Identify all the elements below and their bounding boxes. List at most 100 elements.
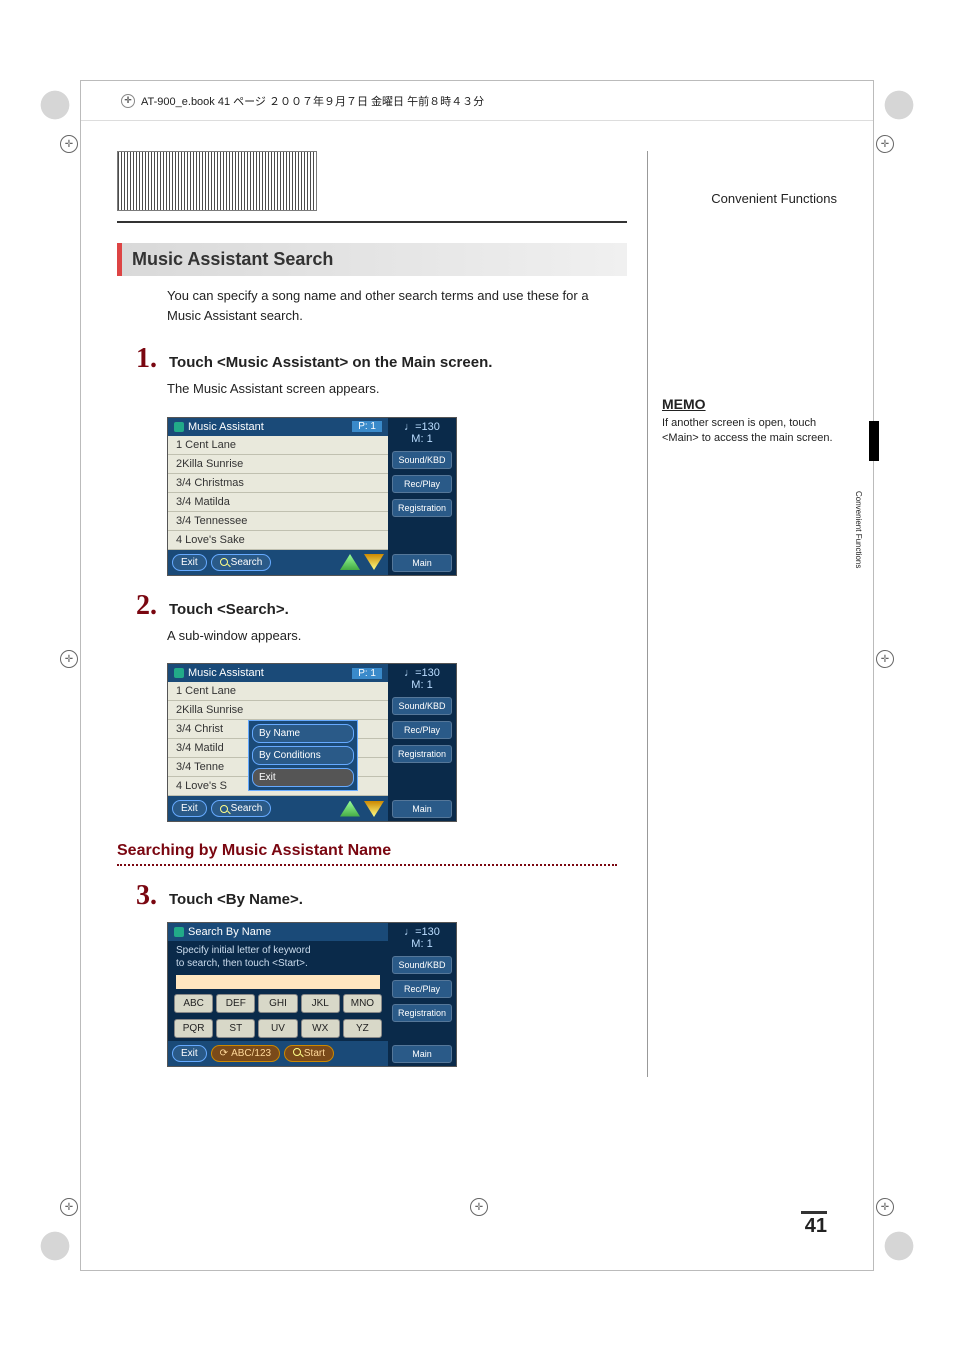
search-input[interactable] — [176, 975, 380, 989]
registration-mark: ✛ — [876, 135, 894, 153]
divider — [117, 221, 627, 223]
scroll-down-button[interactable] — [364, 554, 384, 570]
search-icon — [293, 1048, 301, 1056]
panel-titlebar: Music Assistant P: 1 — [168, 418, 388, 436]
key-jkl[interactable]: JKL — [301, 994, 340, 1013]
panel-titlebar: Music Assistant P: 1 — [168, 664, 388, 682]
main-button[interactable]: Main — [392, 554, 452, 572]
registration-mark: ✛ — [60, 135, 78, 153]
exit-button[interactable]: Exit — [172, 1045, 207, 1062]
rec-play-button[interactable]: Rec/Play — [392, 980, 452, 998]
list-item[interactable]: 3/4 Christmas — [168, 474, 388, 493]
intro-text: You can specify a song name and other se… — [167, 286, 597, 325]
main-button[interactable]: Main — [392, 800, 452, 818]
side-buttons: ♩=130 M: 1 Sound/KBD Rec/Play Registrati… — [388, 418, 456, 575]
list-item[interactable]: 3/4 Matilda — [168, 493, 388, 512]
popup-exit-button[interactable]: Exit — [252, 768, 354, 787]
key-wx[interactable]: WX — [301, 1019, 340, 1038]
key-pqr[interactable]: PQR — [174, 1019, 213, 1038]
rec-play-button[interactable]: Rec/Play — [392, 475, 452, 493]
step-2: 2. Touch <Search>. — [117, 590, 627, 622]
search-icon — [220, 558, 228, 566]
registration-mark: ✛ — [60, 650, 78, 668]
crop-mark-tr — [874, 80, 924, 130]
rec-play-button[interactable]: Rec/Play — [392, 721, 452, 739]
panel-title: Music Assistant — [188, 421, 264, 433]
crop-mark-bl — [30, 1221, 80, 1271]
list-item[interactable]: 3/4 Tennessee — [168, 512, 388, 531]
panel-titlebar: Search By Name — [168, 923, 388, 941]
sound-kbd-button[interactable]: Sound/KBD — [392, 956, 452, 974]
step-title: Touch <By Name>. — [169, 891, 303, 908]
search-popup: By Name By Conditions Exit — [248, 720, 358, 791]
key-def[interactable]: DEF — [216, 994, 255, 1013]
scroll-down-button[interactable] — [364, 801, 384, 817]
step-number: 3. — [117, 880, 157, 912]
key-yz[interactable]: YZ — [343, 1019, 382, 1038]
side-buttons: ♩=130 M: 1 Sound/KBD Rec/Play Registrati… — [388, 923, 456, 1066]
by-name-button[interactable]: By Name — [252, 724, 354, 743]
panel-title: Search By Name — [188, 926, 271, 938]
exit-button[interactable]: Exit — [172, 554, 207, 571]
registration-button[interactable]: Registration — [392, 1004, 452, 1022]
main-button[interactable]: Main — [392, 1045, 452, 1063]
page-number-bar — [801, 1211, 827, 1214]
list-item[interactable]: 2Killa Sunrise — [168, 455, 388, 474]
device-illustration — [117, 151, 317, 211]
search-button[interactable]: Search — [211, 554, 272, 571]
main-column: Music Assistant Search You can specify a… — [117, 151, 647, 1077]
page-indicator: P: 1 — [352, 668, 382, 679]
screenshot-search-popup: Music Assistant P: 1 1 Cent Lane 2Killa … — [167, 663, 457, 822]
list-item[interactable]: 1 Cent Lane — [168, 436, 388, 455]
list-item[interactable]: 2Killa Sunrise — [168, 701, 388, 720]
doc-header: ✛ AT-900_e.book 41 ページ ２００７年９月７日 金曜日 午前８… — [81, 81, 873, 121]
panel-title: Music Assistant — [188, 667, 264, 679]
registration-button[interactable]: Registration — [392, 499, 452, 517]
memo-label: MEMO — [662, 396, 706, 412]
step-number: 2. — [117, 590, 157, 622]
step-title: Touch <Search>. — [169, 601, 289, 618]
panel-icon — [174, 422, 184, 432]
song-list: 1 Cent Lane 2Killa Sunrise 3/4 Christmas… — [168, 436, 388, 550]
start-button[interactable]: Start — [284, 1045, 334, 1062]
screenshot-music-assistant: Music Assistant P: 1 1 Cent Lane 2Killa … — [167, 417, 457, 576]
screenshot-search-by-name: Search By Name Specify initial letter of… — [167, 922, 457, 1067]
list-item[interactable]: 1 Cent Lane — [168, 682, 388, 701]
vertical-section-label: Convenient Functions — [854, 491, 863, 568]
sound-kbd-button[interactable]: Sound/KBD — [392, 451, 452, 469]
tempo-indicator: ♩=130 M: 1 — [388, 664, 456, 694]
by-conditions-button[interactable]: By Conditions — [252, 746, 354, 765]
step-subtext: A sub-window appears. — [167, 626, 597, 646]
subsection-heading: Searching by Music Assistant Name — [117, 842, 617, 866]
crop-mark-br — [874, 1221, 924, 1271]
key-st[interactable]: ST — [216, 1019, 255, 1038]
step-1: 1. Touch <Music Assistant> on the Main s… — [117, 343, 627, 375]
key-mno[interactable]: MNO — [343, 994, 382, 1013]
page-frame: ✛ AT-900_e.book 41 ページ ２００７年９月７日 金曜日 午前８… — [80, 80, 874, 1271]
doc-meta: AT-900_e.book 41 ページ ２００７年９月７日 金曜日 午前８時４… — [141, 93, 484, 109]
search-button[interactable]: Search — [211, 800, 272, 817]
abc123-toggle-button[interactable]: ⟳ABC/123 — [211, 1045, 280, 1062]
sidebar-column: Convenient Functions MEMO If another scr… — [647, 151, 837, 1077]
registration-button[interactable]: Registration — [392, 745, 452, 763]
panel-icon — [174, 668, 184, 678]
step-title: Touch <Music Assistant> on the Main scre… — [169, 354, 492, 371]
page-indicator: P: 1 — [352, 421, 382, 432]
scroll-up-button[interactable] — [340, 801, 360, 817]
tempo-indicator: ♩=130 M: 1 — [388, 923, 456, 953]
panel-footer: Exit Search — [168, 796, 388, 821]
scroll-up-button[interactable] — [340, 554, 360, 570]
tempo-indicator: ♩=130 M: 1 — [388, 418, 456, 448]
list-item[interactable]: 4 Love's Sake — [168, 531, 388, 550]
section-heading: Music Assistant Search — [117, 243, 627, 276]
side-buttons: ♩=130 M: 1 Sound/KBD Rec/Play Registrati… — [388, 664, 456, 821]
key-uv[interactable]: UV — [258, 1019, 297, 1038]
key-abc[interactable]: ABC — [174, 994, 213, 1013]
exit-button[interactable]: Exit — [172, 800, 207, 817]
instruction-text: Specify initial letter of keyword to sea… — [168, 941, 388, 973]
crop-mark-tl — [30, 80, 80, 130]
thumb-tab — [869, 421, 879, 461]
search-label: Search — [231, 557, 263, 568]
sound-kbd-button[interactable]: Sound/KBD — [392, 697, 452, 715]
key-ghi[interactable]: GHI — [258, 994, 297, 1013]
